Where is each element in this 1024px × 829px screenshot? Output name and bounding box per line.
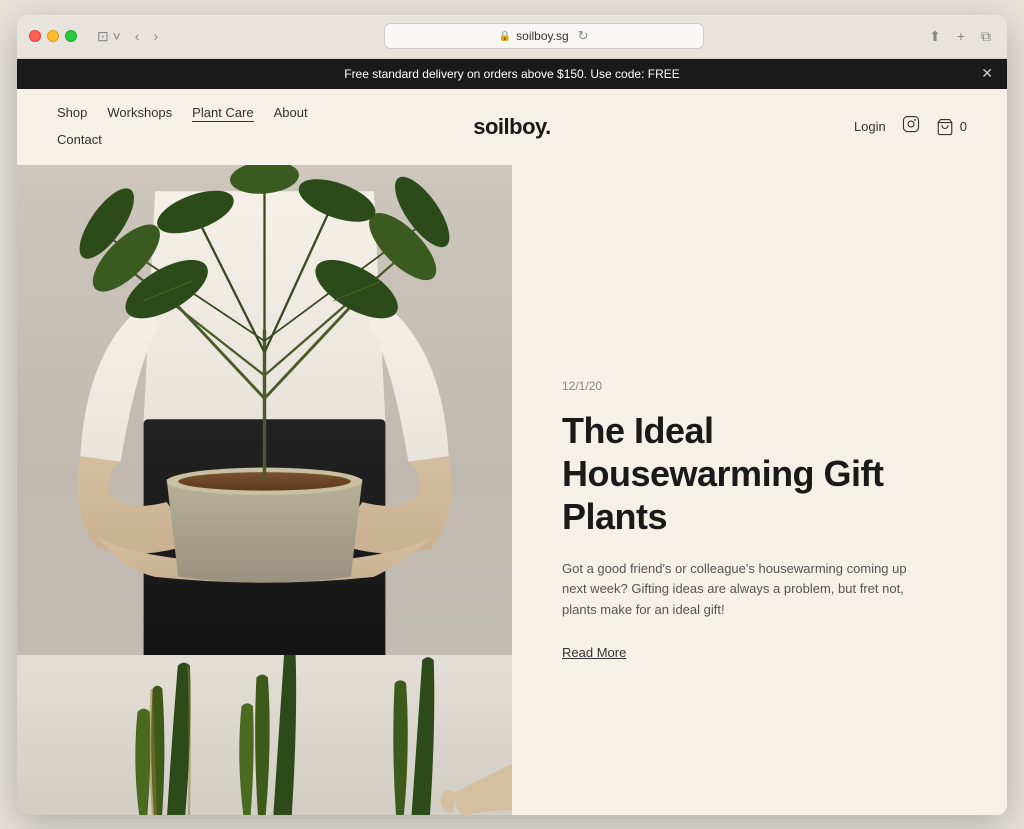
login-link[interactable]: Login [854,119,886,134]
instagram-icon[interactable] [902,115,920,138]
nav-shop[interactable]: Shop [57,105,87,122]
nav-links-top: Shop Workshops Plant Care About [57,105,308,122]
left-column [17,165,512,815]
second-article-preview [17,655,512,815]
right-column: 12/1/20 The Ideal Housewarming Gift Plan… [512,165,1007,815]
browser-actions: ⬆ + ⧉ [925,26,995,47]
close-button[interactable] [29,30,41,42]
nav-workshops[interactable]: Workshops [107,105,172,122]
browser-titlebar: ⊡ ˅ ‹ › 🔒 soilboy.sg ↻ ⬆ + ⧉ [17,15,1007,59]
site-logo[interactable]: soilboy. [473,114,551,140]
minimize-button[interactable] [47,30,59,42]
windows-button[interactable]: ⧉ [977,26,995,47]
refresh-icon[interactable]: ↻ [578,28,589,44]
forward-button[interactable]: › [149,26,162,46]
cart-count: 0 [960,119,967,134]
nav-left: Shop Workshops Plant Care About Contact [57,105,308,149]
nav-right: Login 0 [854,115,967,138]
lock-icon: 🔒 [499,31,511,42]
promo-banner: Free standard delivery on orders above $… [17,59,1007,89]
read-more-link[interactable]: Read More [562,645,947,660]
nav-contact[interactable]: Contact [57,132,102,149]
hero-image [17,165,512,655]
article-excerpt: Got a good friend's or colleague's house… [562,559,922,621]
snake-plant-scene [17,655,512,815]
window-toggle[interactable]: ⊡ ˅ [93,26,125,47]
browser-controls: ⊡ ˅ ‹ › [93,26,162,47]
address-bar-container: 🔒 soilboy.sg ↻ [178,23,909,49]
website: Free standard delivery on orders above $… [17,59,1007,815]
nav-plant-care[interactable]: Plant Care [192,105,253,122]
article-date: 12/1/20 [562,379,947,393]
share-button[interactable]: ⬆ [925,26,945,47]
banner-close-button[interactable]: ✕ [981,65,993,82]
address-bar[interactable]: 🔒 soilboy.sg ↻ [384,23,704,49]
banner-text: Free standard delivery on orders above $… [344,67,680,81]
url-text: soilboy.sg [516,29,568,43]
nav-links-bottom: Contact [57,132,102,149]
plant-scene [17,165,512,655]
article-title: The Ideal Housewarming Gift Plants [562,409,947,539]
browser-window: ⊡ ˅ ‹ › 🔒 soilboy.sg ↻ ⬆ + ⧉ Free standa… [17,15,1007,815]
article-info: 12/1/20 The Ideal Housewarming Gift Plan… [562,205,947,775]
new-tab-button[interactable]: + [953,26,969,46]
maximize-button[interactable] [65,30,77,42]
back-button[interactable]: ‹ [131,26,144,46]
nav-about[interactable]: About [274,105,308,122]
main-content: 12/1/20 The Ideal Housewarming Gift Plan… [17,165,1007,815]
cart-icon[interactable]: 0 [936,118,967,136]
traffic-lights [29,30,77,42]
main-nav: Shop Workshops Plant Care About Contact … [17,89,1007,165]
